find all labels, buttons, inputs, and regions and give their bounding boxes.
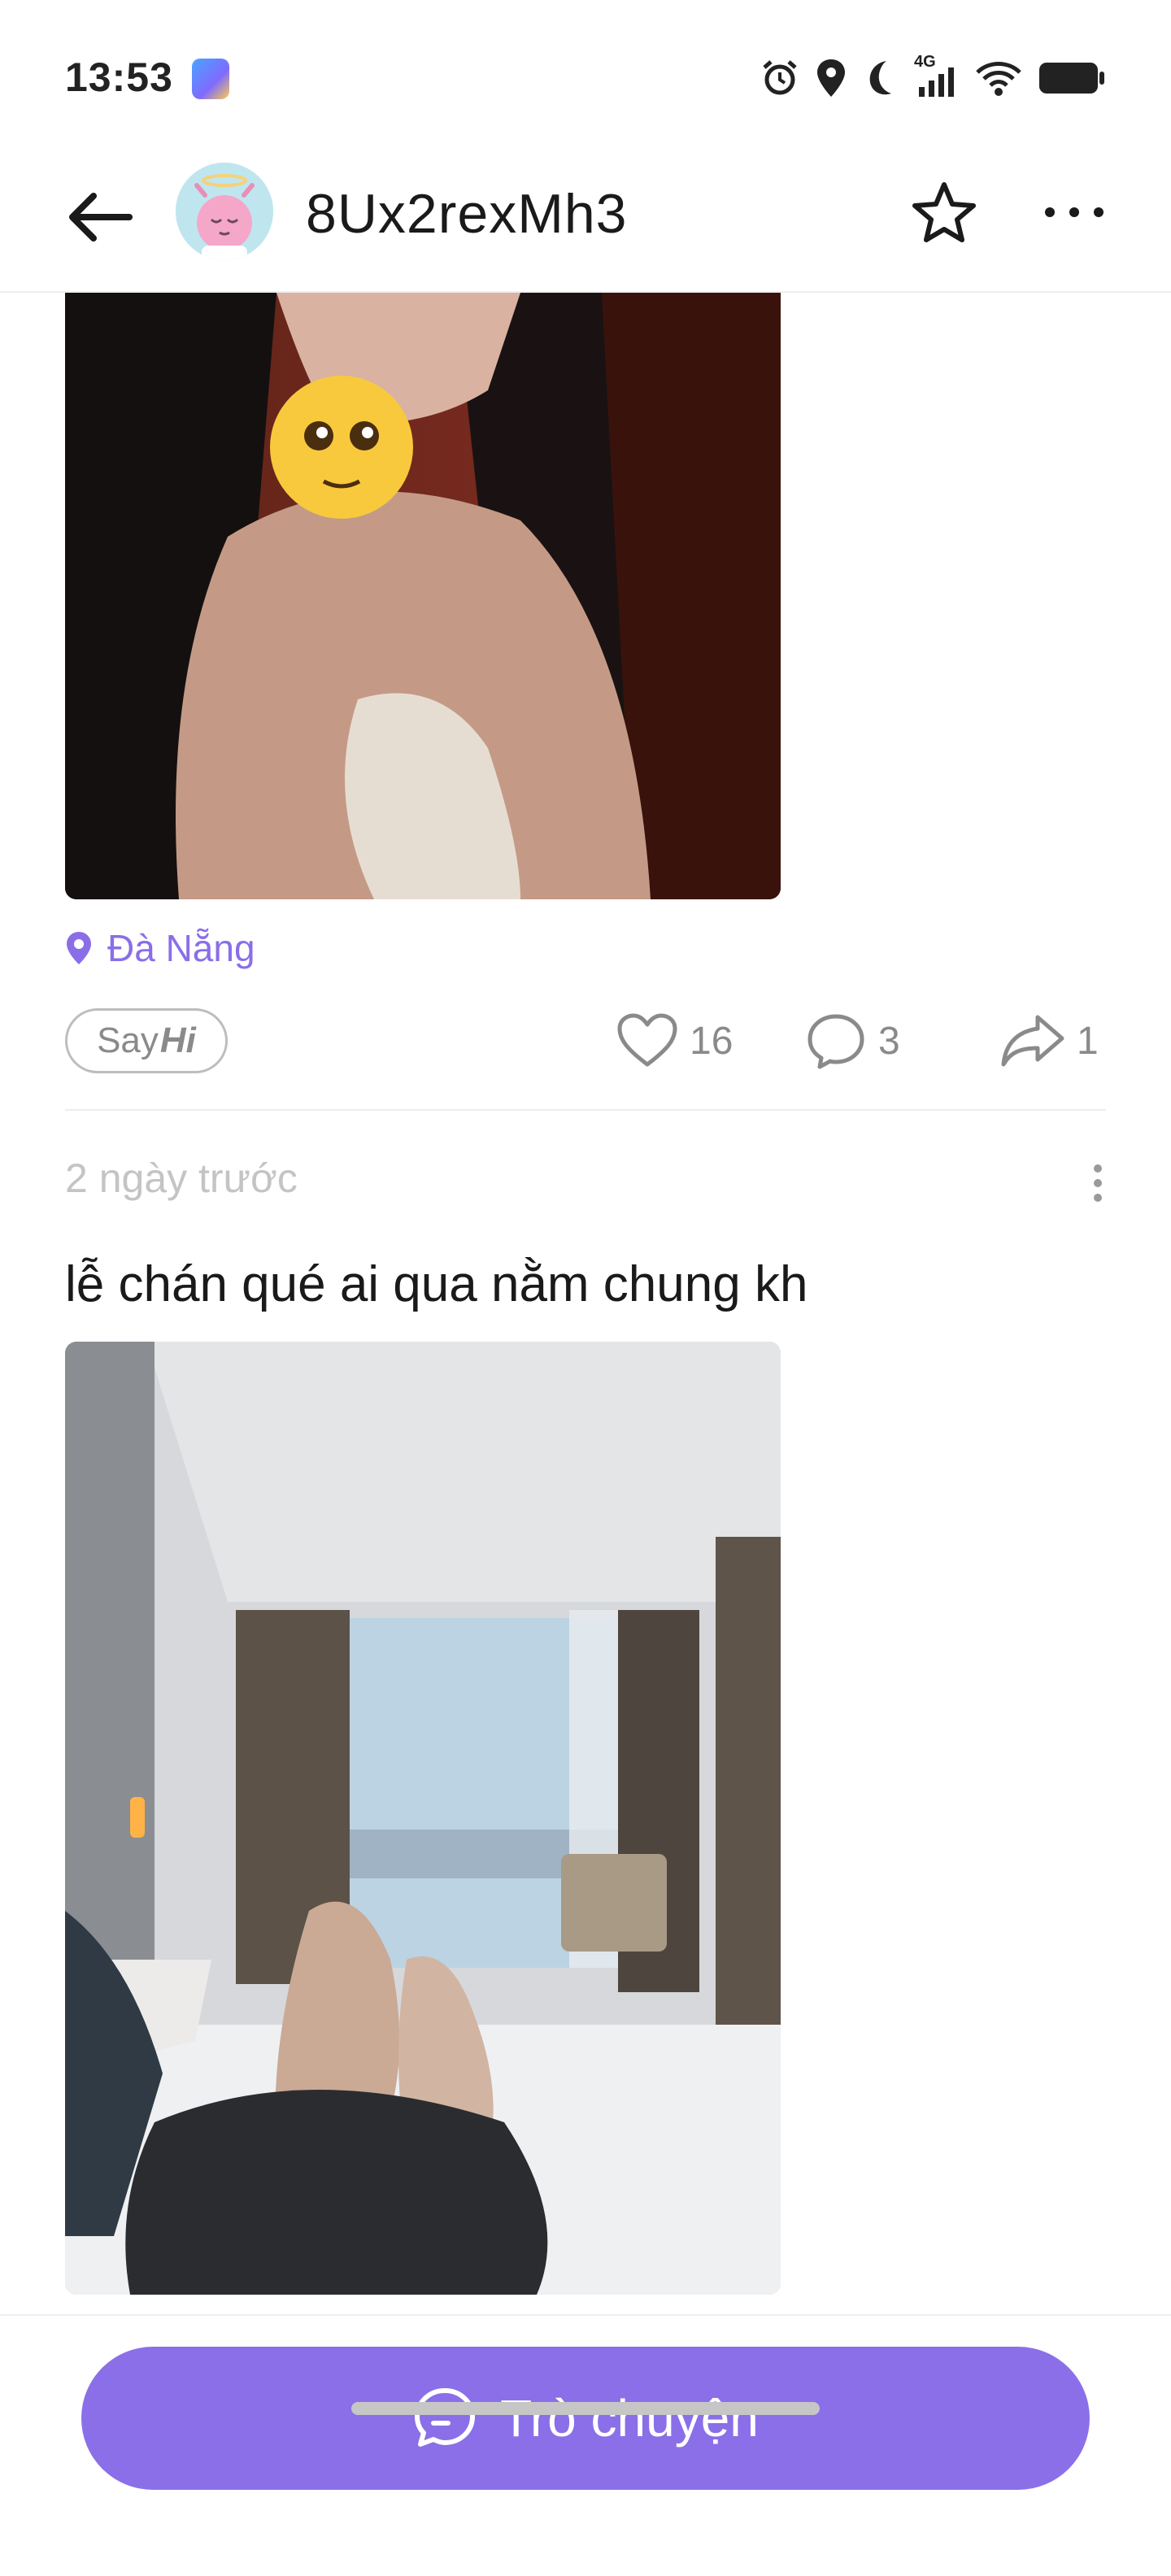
location-pin-icon xyxy=(67,932,91,964)
favorite-button[interactable] xyxy=(908,176,981,249)
share-icon xyxy=(1001,1015,1064,1067)
say-hi-hi: Hi xyxy=(159,1020,196,1060)
signal-icon xyxy=(919,67,954,97)
post-photo[interactable] xyxy=(65,1342,781,2295)
chat-bubble-icon xyxy=(415,2388,476,2447)
comment-count: 3 xyxy=(878,1019,900,1063)
profile-header: 8Ux2rexMh3 xyxy=(0,154,1171,293)
more-options-button[interactable] xyxy=(1038,176,1111,249)
more-horizontal-icon xyxy=(1045,207,1104,217)
status-time: 13:53 xyxy=(65,54,173,100)
post-more-button[interactable] xyxy=(1073,1155,1122,1212)
avatar[interactable] xyxy=(176,163,273,260)
post-photo[interactable] xyxy=(65,293,781,899)
bottom-action-bar: Trò chuyện xyxy=(0,2314,1171,2576)
post-location[interactable]: Đà Nẵng xyxy=(65,924,255,973)
comment-icon xyxy=(808,1014,864,1069)
say-hi-button[interactable]: Say Hi xyxy=(65,1008,228,1073)
wifi-icon xyxy=(976,62,1021,96)
location-icon xyxy=(817,59,845,97)
signal-indicator: 4G xyxy=(914,53,960,98)
username: 8Ux2rexMh3 xyxy=(306,183,628,245)
moon-icon xyxy=(869,61,891,95)
heart-icon xyxy=(617,1013,677,1067)
say-hi-say: Say xyxy=(97,1020,159,1060)
like-button[interactable]: 16 xyxy=(616,1008,733,1073)
back-arrow-icon xyxy=(69,193,133,242)
app-notification-icon xyxy=(192,59,229,99)
post-text: lễ chán qué ai qua nằm chung kh xyxy=(65,1256,808,1312)
status-icons: 4G xyxy=(760,53,1106,101)
like-count: 16 xyxy=(690,1019,734,1063)
star-icon xyxy=(912,182,976,242)
share-button[interactable]: 1 xyxy=(1000,1008,1099,1073)
comment-button[interactable]: 3 xyxy=(805,1008,900,1073)
alarm-icon xyxy=(763,60,797,95)
photo-placeholder xyxy=(65,1342,781,2295)
photo-placeholder xyxy=(65,293,781,899)
avatar-illustration xyxy=(176,163,273,260)
share-count: 1 xyxy=(1077,1019,1099,1063)
chat-button-label: Trò chuyện xyxy=(500,2389,759,2448)
battery-icon xyxy=(1039,63,1104,94)
post-divider xyxy=(65,1109,1106,1111)
more-vertical-icon xyxy=(1094,1164,1102,1202)
back-button[interactable] xyxy=(63,181,137,254)
location-label: Đà Nẵng xyxy=(107,927,255,969)
post-timestamp: 2 ngày trước xyxy=(65,1155,298,1201)
status-bar: 13:53 4G xyxy=(0,0,1171,154)
chat-button[interactable]: Trò chuyện xyxy=(81,2347,1090,2490)
